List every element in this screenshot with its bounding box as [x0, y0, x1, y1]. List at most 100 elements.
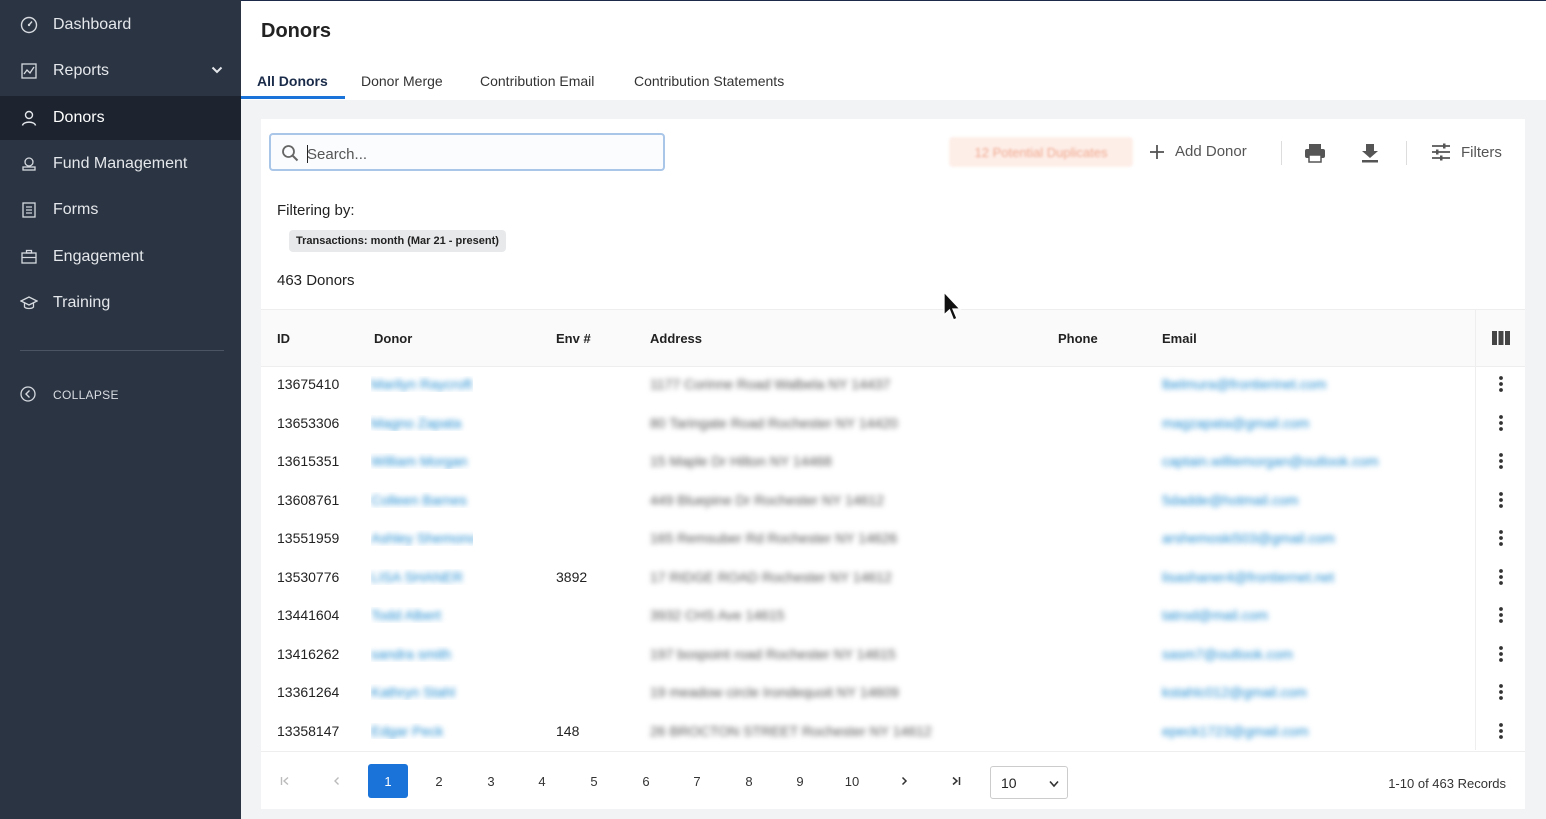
row-actions-button[interactable]	[1475, 403, 1525, 442]
row-actions-button[interactable]	[1475, 634, 1525, 673]
page-button-5[interactable]: 5	[574, 764, 614, 798]
row-actions-button[interactable]	[1475, 442, 1525, 481]
table-row[interactable]: 13615351 William Morgan 15 Maple Dr Hilton…	[261, 442, 1525, 481]
next-page-button[interactable]	[884, 764, 924, 798]
download-button[interactable]	[1361, 143, 1379, 163]
row-actions-button[interactable]	[1475, 673, 1525, 712]
page-button-10[interactable]: 10	[832, 764, 872, 798]
last-page-button[interactable]	[936, 764, 976, 798]
search-input[interactable]	[305, 142, 649, 166]
row-actions-button[interactable]	[1475, 557, 1525, 596]
row-actions-button[interactable]	[1475, 596, 1525, 635]
donor-email-link[interactable]: tatrod@mail.com	[1162, 607, 1268, 623]
tab-contribution-statements[interactable]: Contribution Statements	[634, 73, 784, 89]
donor-name-link[interactable]: Ashley Shemonoski	[371, 530, 473, 546]
donor-name-link[interactable]: Magno Zapata	[371, 415, 461, 431]
columns-icon	[1492, 331, 1510, 345]
table-row[interactable]: 13653306 Magno Zapata 80 Taringate Road Ro…	[261, 403, 1525, 442]
row-actions-button[interactable]	[1475, 519, 1525, 558]
donor-email-link[interactable]: epeck1723@gmail.com	[1162, 723, 1309, 739]
donor-email-link[interactable]: lbelmura@frontierinet.com	[1162, 376, 1326, 392]
print-button[interactable]	[1304, 143, 1326, 163]
table-row[interactable]: 13675410 Marilyn Raycroft 1177 Corinne Roa…	[261, 365, 1525, 404]
page-button-1[interactable]: 1	[368, 764, 408, 798]
column-header-email[interactable]: Email	[1162, 331, 1197, 346]
page-button-9[interactable]: 9	[780, 764, 820, 798]
page-button-8[interactable]: 8	[729, 764, 769, 798]
donor-name-link[interactable]: Todd Albert	[371, 607, 441, 623]
table-row[interactable]: 13358147 Edgar Peck 148 26 BROCTON STREET R…	[261, 711, 1525, 750]
sidebar-item-engagement[interactable]: Engagement	[0, 235, 241, 279]
donor-email-link[interactable]: captain.williemorgan@outlook.com	[1162, 453, 1379, 469]
column-header-id[interactable]: ID	[277, 331, 290, 346]
sidebar-item-dashboard[interactable]: Dashboard	[0, 3, 241, 47]
table-row[interactable]: 13361264 Kathryn Stahl 19 meadow circle Ir…	[261, 673, 1525, 712]
chevron-right-icon	[899, 776, 909, 786]
donor-email-link[interactable]: lisashaner4@frontiernet.net	[1162, 569, 1334, 585]
donor-email-link[interactable]: arshemoski503@gmail.com	[1162, 530, 1335, 546]
donor-name-cell: Ashley Shemonoski	[371, 530, 473, 546]
tab-contribution-email[interactable]: Contribution Email	[480, 73, 594, 89]
table-row[interactable]: 13441604 Todd Albert 3932 CHS Ave 14615 tat…	[261, 596, 1525, 635]
table-row[interactable]: 13530776 LISA SHANER 3892 17 RIDGE ROAD Roc…	[261, 557, 1525, 596]
chevron-left-icon	[332, 776, 342, 786]
add-donor-button[interactable]: Add Donor	[1149, 143, 1247, 160]
donor-email-link[interactable]: sasm7@outlook.com	[1162, 646, 1293, 662]
more-vertical-icon	[1499, 645, 1503, 662]
table-row[interactable]: 13608761 Colleen Barnes 449 Bluepine Dr Ro…	[261, 480, 1525, 519]
page-button-7[interactable]: 7	[677, 764, 717, 798]
donor-name-link[interactable]: Kathryn Stahl	[371, 684, 455, 700]
first-page-button[interactable]	[265, 764, 305, 798]
filter-chip[interactable]: Transactions: month (Mar 21 - present)	[289, 230, 506, 252]
sidebar-item-reports[interactable]: Reports	[0, 49, 241, 93]
column-header-address[interactable]: Address	[650, 331, 702, 346]
filters-button[interactable]: Filters	[1431, 143, 1502, 161]
sidebar: Dashboard Reports Donors Fund Management…	[0, 0, 241, 819]
page-button-2[interactable]: 2	[419, 764, 459, 798]
donor-name-cell: Colleen Barnes	[371, 492, 473, 508]
row-actions-button[interactable]	[1475, 365, 1525, 404]
donor-name-link[interactable]: LISA SHANER	[371, 569, 463, 585]
sidebar-item-label: Donors	[53, 109, 105, 126]
donor-name-cell: Marilyn Raycroft	[371, 376, 473, 392]
donor-email-link[interactable]: magzapata@gmail.com	[1162, 415, 1309, 431]
tab-donor-merge[interactable]: Donor Merge	[361, 73, 443, 89]
page-size-select[interactable]: 10	[990, 766, 1068, 799]
add-donor-label: Add Donor	[1175, 143, 1247, 160]
donor-email-link[interactable]: 5dadde@hotmail.com	[1162, 492, 1298, 508]
table-row[interactable]: 13551959 Ashley Shemonoski 165 Remsuber Rd…	[261, 519, 1525, 558]
sidebar-item-label: Dashboard	[53, 16, 132, 33]
sidebar-item-training[interactable]: Training	[0, 281, 241, 325]
briefcase-icon	[20, 248, 38, 266]
donor-name-link[interactable]: Edgar Peck	[371, 723, 443, 739]
sidebar-item-forms[interactable]: Forms	[0, 188, 241, 232]
page-button-3[interactable]: 3	[471, 764, 511, 798]
column-header-phone[interactable]: Phone	[1058, 331, 1098, 346]
chevron-down-icon[interactable]	[211, 63, 223, 81]
search-box[interactable]	[269, 133, 665, 171]
donor-email-link[interactable]: kstahlc012@gmail.com	[1162, 684, 1307, 700]
table-row[interactable]: 13416262 sandra smith 197 bospoint road Ro…	[261, 634, 1525, 673]
donors-card: 12 Potential Duplicates Add Donor Filter…	[261, 119, 1525, 809]
column-picker-button[interactable]	[1475, 310, 1526, 366]
column-header-env[interactable]: Env #	[556, 331, 591, 346]
row-actions-button[interactable]	[1475, 711, 1525, 750]
prev-page-button[interactable]	[317, 764, 357, 798]
sidebar-item-donors[interactable]: Donors	[0, 96, 241, 140]
row-actions-button[interactable]	[1475, 480, 1525, 519]
tab-all-donors[interactable]: All Donors	[257, 73, 328, 89]
page-button-6[interactable]: 6	[626, 764, 666, 798]
collapse-button[interactable]: COLLAPSE	[0, 380, 241, 410]
main-content: Donors All Donors Donor Merge Contributi…	[241, 0, 1546, 819]
donor-name-link[interactable]: Marilyn Raycroft	[371, 376, 472, 392]
sidebar-item-fund-management[interactable]: Fund Management	[0, 142, 241, 186]
sliders-icon	[1431, 143, 1451, 161]
graduation-cap-icon	[20, 294, 38, 312]
sidebar-item-label: Fund Management	[53, 155, 188, 172]
donor-name-link[interactable]: Colleen Barnes	[371, 492, 467, 508]
potential-duplicates-button[interactable]: 12 Potential Duplicates	[949, 137, 1133, 167]
page-button-4[interactable]: 4	[522, 764, 562, 798]
donor-name-link[interactable]: William Morgan	[371, 453, 467, 469]
column-header-donor[interactable]: Donor	[374, 331, 412, 346]
donor-name-link[interactable]: sandra smith	[371, 646, 451, 662]
